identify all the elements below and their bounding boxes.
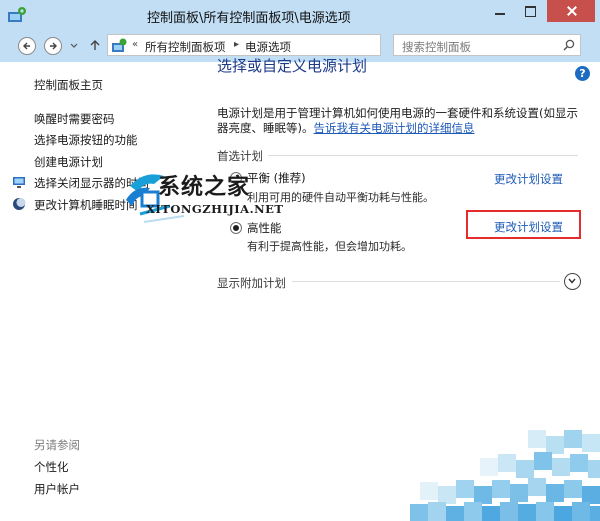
- watermark-subtitle: XITONGZHIJIA.NET: [146, 202, 284, 216]
- nav-create-plan[interactable]: 创建电源计划: [34, 154, 103, 170]
- maximize-button[interactable]: [515, 0, 545, 22]
- power-options-window: 控制面板\所有控制面板项\电源选项 « 所有控制面板项 ▸ 电源选项 搜索控制面…: [0, 0, 600, 521]
- high-performance-change-plan-link[interactable]: 更改计划设置: [494, 219, 563, 235]
- nav-personalization[interactable]: 个性化: [34, 459, 69, 475]
- nav-power-buttons[interactable]: 选择电源按钮的功能: [34, 132, 138, 148]
- title-bar: 控制面板\所有控制面板项\电源选项: [0, 0, 600, 30]
- breadcrumb-overflow[interactable]: «: [132, 39, 138, 50]
- breadcrumb-power-options[interactable]: 电源选项: [245, 39, 291, 55]
- left-navigation-pane: 控制面板主页 唤醒时需要密码 选择电源按钮的功能 创建电源计划 选择关闭显示器的…: [0, 62, 200, 521]
- preferred-plans-label: 首选计划: [217, 149, 263, 163]
- address-bar[interactable]: « 所有控制面板项 ▸ 电源选项: [107, 34, 481, 56]
- help-button[interactable]: ?: [575, 66, 590, 81]
- see-also-heading: 另请参阅: [34, 438, 80, 452]
- nav-control-panel-home[interactable]: 控制面板主页: [34, 77, 103, 93]
- minimize-button[interactable]: [485, 0, 515, 22]
- breadcrumb-separator: ▸: [234, 39, 240, 50]
- watermark-title: 系统之家: [158, 175, 251, 200]
- close-button[interactable]: [547, 0, 595, 22]
- up-arrow-icon[interactable]: [88, 38, 102, 52]
- window-title: 控制面板\所有控制面板项\电源选项: [147, 11, 351, 26]
- control-panel-icon: [112, 38, 127, 52]
- page-title: 选择或自定义电源计划: [217, 57, 368, 75]
- sleep-moon-icon: [13, 198, 26, 210]
- monitor-icon: [13, 177, 25, 188]
- nav-wake-password[interactable]: 唤醒时需要密码: [34, 111, 115, 127]
- recent-locations-chevron-icon[interactable]: [70, 42, 78, 50]
- chevron-down-icon: [568, 278, 576, 284]
- search-icon[interactable]: [563, 39, 575, 51]
- arrow-left-icon: [23, 42, 30, 50]
- nav-sleep-time[interactable]: 更改计算机睡眠时间: [34, 197, 138, 213]
- show-additional-plans-label[interactable]: 显示附加计划: [217, 275, 286, 291]
- back-button[interactable]: [18, 37, 36, 55]
- control-panel-icon: [8, 7, 26, 22]
- search-input[interactable]: 搜索控制面板: [393, 34, 581, 56]
- search-placeholder: 搜索控制面板: [402, 40, 471, 54]
- nav-user-accounts[interactable]: 用户帐户: [34, 481, 80, 497]
- forward-button[interactable]: [44, 37, 62, 55]
- balanced-change-plan-link[interactable]: 更改计划设置: [494, 171, 563, 187]
- description: 电源计划是用于管理计算机如何使用电源的一套硬件和系统设置(如显示器亮度、睡眠等)…: [217, 106, 585, 136]
- expand-additional-plans-button[interactable]: [564, 273, 581, 290]
- desktop-background-tiles: [410, 430, 600, 521]
- arrow-right-icon: [50, 42, 57, 50]
- divider: [268, 155, 578, 156]
- power-plan-info-link[interactable]: 告诉我有关电源计划的详细信息: [314, 121, 475, 135]
- divider: [292, 281, 560, 282]
- high-performance-plan-description: 有利于提高性能，但会增加功耗。: [247, 240, 412, 253]
- breadcrumb-all-items[interactable]: 所有控制面板项: [145, 39, 226, 55]
